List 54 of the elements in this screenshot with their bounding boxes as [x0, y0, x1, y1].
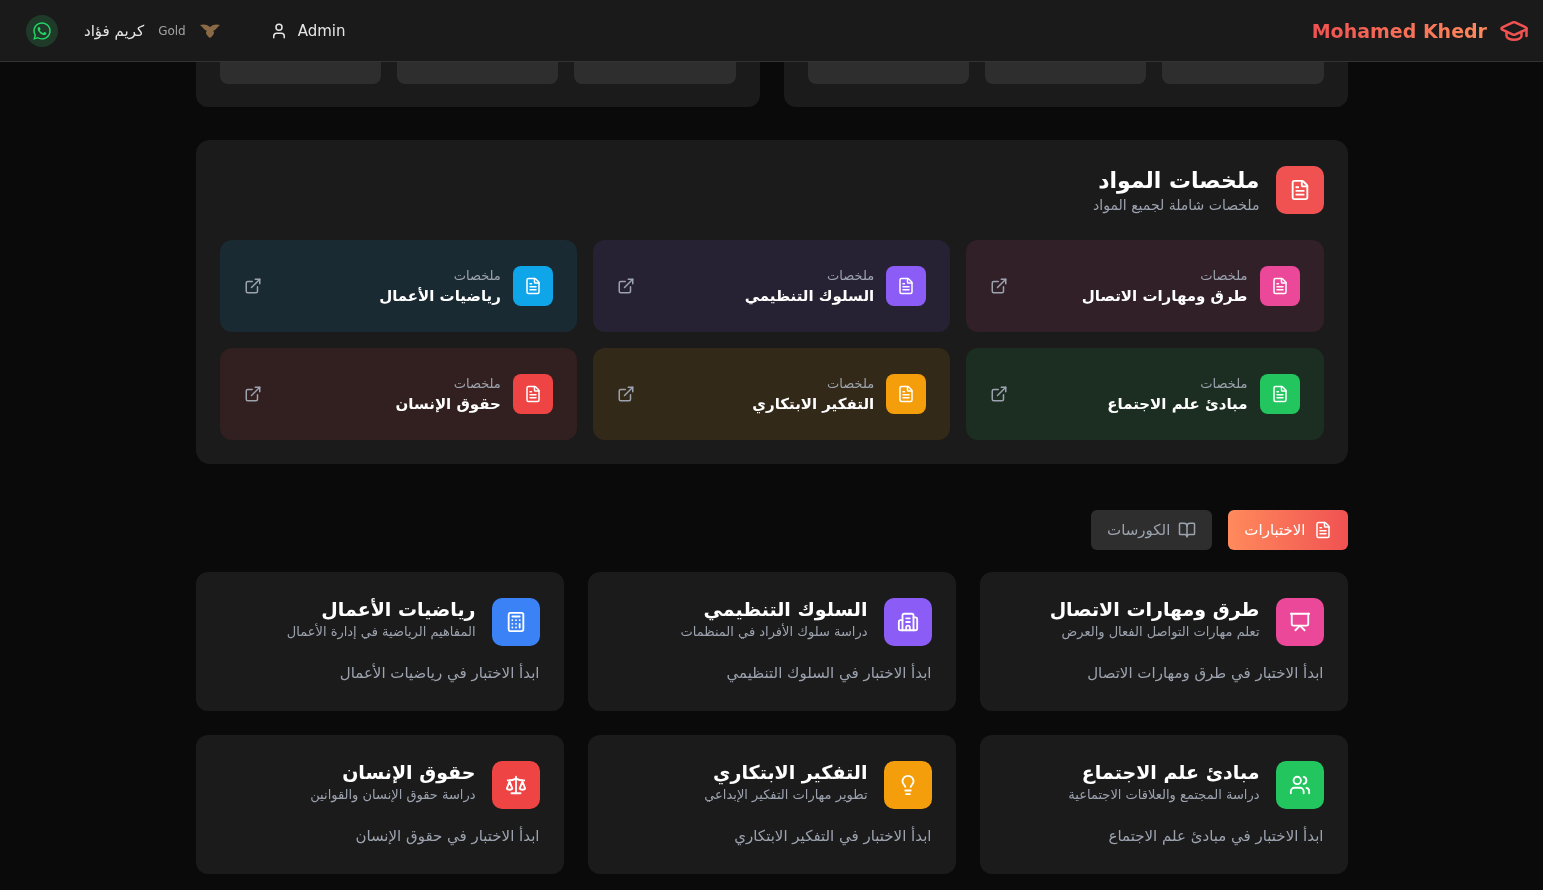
- external-link-icon: [616, 385, 635, 403]
- external-link-icon: [990, 277, 1009, 295]
- summary-card[interactable]: ملخصات مبادئ علم الاجتماع: [966, 348, 1324, 440]
- summary-card[interactable]: ملخصات حقوق الإنسان: [219, 348, 577, 440]
- summary-card[interactable]: ملخصات السلوك التنظيمي: [592, 240, 951, 332]
- start-test-link[interactable]: ابدأ الاختبار في التفكير الابتكاري: [611, 827, 932, 845]
- external-link-icon: [243, 277, 262, 295]
- user-name: Admin: [297, 21, 346, 40]
- whatsapp-button[interactable]: [26, 14, 58, 47]
- summary-card[interactable]: ملخصات التفكير الابتكاري: [592, 348, 951, 440]
- start-test-link[interactable]: ابدأ الاختبار في رياضيات الأعمال: [219, 664, 540, 682]
- test-description: المفاهيم الرياضية في إدارة الأعمال: [286, 624, 476, 639]
- document-icon: [1313, 521, 1332, 539]
- summary-label: ملخصات: [1199, 267, 1248, 283]
- summary-card[interactable]: ملخصات طرق ومهارات الاتصال: [966, 240, 1324, 332]
- test-title: مبادئ علم الاجتماع: [1080, 761, 1260, 783]
- summary-name: رياضيات الأعمال: [378, 286, 501, 305]
- start-test-link[interactable]: ابدأ الاختبار في مبادئ علم الاجتماع: [1003, 827, 1324, 845]
- tier-label: Gold: [158, 23, 186, 38]
- summary-card[interactable]: ملخصات رياضيات الأعمال: [219, 240, 577, 332]
- summary-label: ملخصات: [826, 375, 875, 391]
- test-description: دراسة المجتمع والعلاقات الاجتماعية: [1068, 787, 1260, 802]
- start-test-link[interactable]: ابدأ الاختبار في طرق ومهارات الاتصال: [1003, 664, 1324, 682]
- wings-icon: [199, 22, 220, 39]
- summary-label: ملخصات: [1199, 375, 1248, 391]
- external-link-icon: [990, 385, 1009, 403]
- summary-name: السلوك التنظيمي: [743, 286, 875, 305]
- summary-label: ملخصات: [452, 375, 501, 391]
- test-description: تعلم مهارات التواصل الفعال والعرض: [1060, 624, 1260, 639]
- book-icon: [1178, 521, 1197, 539]
- whatsapp-icon: [32, 20, 52, 41]
- test-description: دراسة حقوق الإنسان والقوانين: [310, 787, 476, 802]
- tab[interactable]: الكورسات: [1091, 510, 1213, 550]
- external-link-icon: [243, 385, 262, 403]
- section-title: ملخصات المواد: [1097, 167, 1260, 193]
- summary-label: ملخصات: [826, 267, 875, 283]
- summary-label: ملخصات: [452, 267, 501, 283]
- summary-name: حقوق الإنسان: [394, 394, 501, 413]
- test-title: حقوق الإنسان: [341, 761, 476, 783]
- external-link-icon: [616, 277, 635, 295]
- student-name: كريم فؤاد: [84, 21, 145, 40]
- summary-name: طرق ومهارات الاتصال: [1080, 286, 1248, 305]
- section-subtitle: ملخصات شاملة لجميع المواد: [1093, 196, 1260, 213]
- test-title: التفكير الابتكاري: [712, 761, 868, 783]
- start-test-link[interactable]: ابدأ الاختبار في حقوق الإنسان: [219, 827, 540, 845]
- document-icon: [1275, 166, 1324, 214]
- summary-name: التفكير الابتكاري: [751, 394, 875, 413]
- test-description: تطوير مهارات التفكير الإبداعي: [704, 787, 868, 802]
- start-test-link[interactable]: ابدأ الاختبار في السلوك التنظيمي: [611, 664, 932, 682]
- summary-name: مبادئ علم الاجتماع: [1106, 394, 1248, 413]
- test-description: دراسة سلوك الأفراد في المنظمات: [680, 624, 868, 639]
- test-title: طرق ومهارات الاتصال: [1049, 598, 1260, 620]
- test-title: السلوك التنظيمي: [702, 598, 868, 620]
- test-title: رياضيات الأعمال: [320, 598, 476, 620]
